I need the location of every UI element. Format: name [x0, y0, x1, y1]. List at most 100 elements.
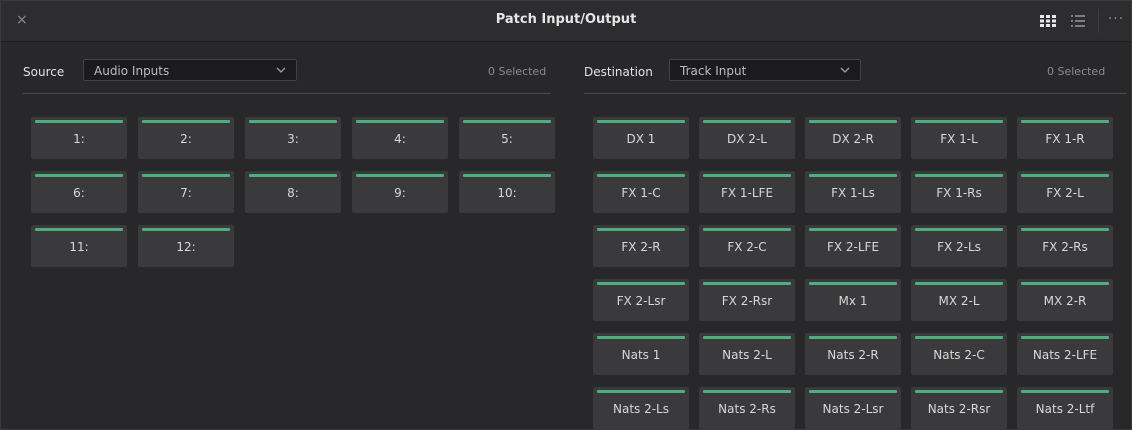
signal-indicator — [915, 228, 1003, 231]
signal-indicator — [915, 174, 1003, 177]
destination-tile[interactable]: FX 1-LFE — [699, 171, 795, 213]
destination-tile[interactable]: Nats 2-LFE — [1017, 333, 1113, 375]
source-tile[interactable]: 8: — [245, 171, 341, 213]
source-dropdown[interactable]: Audio Inputs — [83, 59, 297, 81]
source-tile-label: 2: — [180, 132, 192, 146]
source-tile[interactable]: 12: — [138, 225, 234, 267]
destination-tile[interactable]: Nats 2-Ltf — [1017, 387, 1113, 429]
destination-dropdown[interactable]: Track Input — [669, 59, 861, 81]
destination-tile-label: DX 2-R — [832, 132, 874, 146]
destination-tile[interactable]: FX 2-LFE — [805, 225, 901, 267]
destination-tile-label: FX 2-Rs — [1042, 240, 1088, 254]
signal-indicator — [1021, 390, 1109, 393]
chevron-down-icon — [276, 67, 286, 73]
source-tile[interactable]: 4: — [352, 117, 448, 159]
destination-tile[interactable]: Nats 2-R — [805, 333, 901, 375]
signal-indicator — [915, 282, 1003, 285]
signal-indicator — [1021, 120, 1109, 123]
signal-indicator — [356, 174, 444, 177]
signal-indicator — [809, 336, 897, 339]
destination-tile-label: Nats 2-R — [827, 348, 879, 362]
destination-tile-label: MX 2-L — [938, 294, 980, 308]
destination-tile[interactable]: Nats 2-Lsr — [805, 387, 901, 429]
destination-tile[interactable]: Nats 2-Ls — [593, 387, 689, 429]
destination-tile-label: FX 1-Rs — [936, 186, 982, 200]
destination-tile-label: Nats 2-Rsr — [927, 402, 991, 416]
source-tile[interactable]: 11: — [31, 225, 127, 267]
grid-view-button[interactable] — [1033, 9, 1063, 33]
destination-tile[interactable]: FX 2-R — [593, 225, 689, 267]
destination-label: Destination — [584, 65, 653, 79]
destination-tile[interactable]: FX 1-L — [911, 117, 1007, 159]
source-tile[interactable]: 9: — [352, 171, 448, 213]
destination-tile[interactable]: FX 2-Lsr — [593, 279, 689, 321]
destination-tile[interactable]: FX 1-R — [1017, 117, 1113, 159]
source-tile[interactable]: 6: — [31, 171, 127, 213]
list-view-button[interactable] — [1063, 9, 1093, 33]
destination-tile[interactable]: DX 2-L — [699, 117, 795, 159]
signal-indicator — [249, 120, 337, 123]
source-tile-label: 8: — [287, 186, 299, 200]
destination-tile-label: FX 2-R — [621, 240, 661, 254]
source-tile[interactable]: 1: — [31, 117, 127, 159]
signal-indicator — [597, 228, 685, 231]
source-tile[interactable]: 10: — [459, 171, 555, 213]
source-tile[interactable]: 2: — [138, 117, 234, 159]
signal-indicator — [35, 174, 123, 177]
destination-tile[interactable]: MX 2-R — [1017, 279, 1113, 321]
signal-indicator — [597, 174, 685, 177]
destination-tile[interactable]: MX 2-L — [911, 279, 1007, 321]
destination-tile[interactable]: FX 2-Ls — [911, 225, 1007, 267]
destination-tile[interactable]: Nats 2-L — [699, 333, 795, 375]
more-options-icon[interactable]: ··· — [1103, 11, 1129, 29]
window-title: Patch Input/Output — [495, 12, 637, 27]
signal-indicator — [1021, 282, 1109, 285]
destination-tile[interactable]: FX 2-L — [1017, 171, 1113, 213]
signal-indicator — [703, 228, 791, 231]
destination-tile-label: Nats 2-Rs — [718, 402, 776, 416]
signal-indicator — [142, 228, 230, 231]
destination-tile-label: Nats 2-Ltf — [1035, 402, 1095, 416]
signal-indicator — [809, 120, 897, 123]
destination-tile[interactable]: FX 2-Rs — [1017, 225, 1113, 267]
destination-tile[interactable]: Nats 2-Rsr — [911, 387, 1007, 429]
destination-tile-label: Nats 2-Ls — [612, 402, 669, 416]
source-tile[interactable]: 3: — [245, 117, 341, 159]
list-view-icon — [1071, 15, 1085, 27]
signal-indicator — [463, 120, 551, 123]
source-label: Source — [23, 65, 65, 79]
destination-tile-label: FX 1-C — [621, 186, 661, 200]
signal-indicator — [809, 390, 897, 393]
destination-tile-label: FX 2-Rsr — [721, 294, 773, 308]
signal-indicator — [142, 120, 230, 123]
destination-tile-label: FX 1-R — [1045, 132, 1085, 146]
source-tile-label: 4: — [394, 132, 406, 146]
destination-tile[interactable]: FX 2-Rsr — [699, 279, 795, 321]
destination-tile[interactable]: FX 1-Rs — [911, 171, 1007, 213]
source-tile[interactable]: 5: — [459, 117, 555, 159]
destination-tile[interactable]: FX 2-C — [699, 225, 795, 267]
source-tile-label: 9: — [394, 186, 406, 200]
destination-tile-label: Nats 2-L — [722, 348, 772, 362]
signal-indicator — [1021, 228, 1109, 231]
destination-tile-label: FX 2-C — [727, 240, 767, 254]
destination-tile[interactable]: Nats 2-C — [911, 333, 1007, 375]
destination-tile[interactable]: Nats 2-Rs — [699, 387, 795, 429]
destination-tile-label: DX 2-L — [727, 132, 767, 146]
destination-tile[interactable]: Mx 1 — [805, 279, 901, 321]
source-tile[interactable]: 7: — [138, 171, 234, 213]
patch-io-window: × Patch Input/Output ··· Source Audio In… — [0, 0, 1132, 430]
source-tile-label: 11: — [69, 240, 89, 254]
destination-divider — [584, 93, 1127, 94]
signal-indicator — [597, 336, 685, 339]
destination-tile-label: FX 2-Lsr — [616, 294, 666, 308]
destination-tile[interactable]: Nats 1 — [593, 333, 689, 375]
destination-tile[interactable]: FX 1-Ls — [805, 171, 901, 213]
signal-indicator — [1021, 336, 1109, 339]
destination-tile-label: FX 2-LFE — [826, 240, 880, 254]
signal-indicator — [35, 120, 123, 123]
destination-tile[interactable]: DX 2-R — [805, 117, 901, 159]
destination-tile[interactable]: FX 1-C — [593, 171, 689, 213]
destination-tile[interactable]: DX 1 — [593, 117, 689, 159]
signal-indicator — [915, 120, 1003, 123]
